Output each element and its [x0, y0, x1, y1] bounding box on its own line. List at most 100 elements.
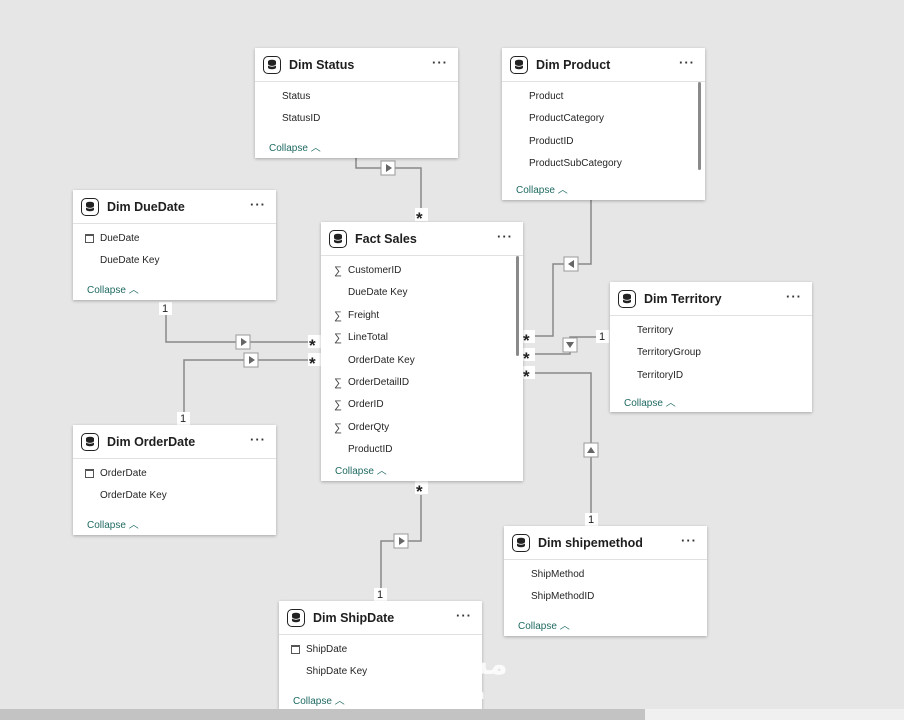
chevron-up-icon: ︿ [665, 398, 676, 409]
relationship-line-status[interactable] [355, 158, 422, 208]
field-row[interactable]: ProductID [321, 439, 523, 461]
more-options-icon[interactable]: ··· [497, 229, 513, 244]
field-row[interactable]: ProductID [502, 131, 705, 153]
table-header[interactable]: Dim shipemethod ··· [504, 526, 707, 560]
table-card-dim-shipemethod[interactable]: Dim shipemethod ··· ShipMethod ShipMetho… [504, 526, 707, 636]
database-icon [287, 608, 305, 627]
field-row[interactable]: OrderDate [73, 463, 276, 485]
cardinality-many-shipdate: * [416, 482, 423, 501]
table-card-dim-orderdate[interactable]: Dim OrderDate ··· OrderDate OrderDate Ke… [73, 425, 276, 535]
field-row[interactable]: TerritoryGroup [610, 342, 812, 364]
field-name: OrderQty [348, 421, 390, 433]
table-header[interactable]: Dim Status ··· [255, 48, 458, 82]
database-icon [329, 229, 347, 248]
relationship-line-shipmethod[interactable] [530, 372, 592, 518]
field-row[interactable]: ∑ LineTotal [321, 327, 523, 349]
relationship-line-product[interactable] [530, 200, 592, 337]
field-row[interactable]: ShipMethodID [504, 586, 707, 608]
database-icon [263, 55, 281, 74]
cardinality-many-product: * [523, 331, 530, 350]
relationship-line-territory[interactable] [530, 336, 601, 355]
field-row[interactable]: DueDate Key [73, 250, 276, 272]
field-row[interactable]: ∑ OrderDetailID [321, 372, 523, 394]
field-row[interactable]: Product [502, 86, 705, 108]
collapse-button[interactable]: Collapse ︿ [518, 617, 570, 632]
field-row[interactable]: DueDate [73, 228, 276, 250]
cardinality-many-orderdate: * [309, 354, 316, 373]
collapse-label: Collapse [624, 398, 663, 409]
database-icon [510, 55, 528, 74]
table-header[interactable]: Dim Territory ··· [610, 282, 812, 316]
watermark-latin: mostaql.com [398, 686, 485, 702]
table-header[interactable]: Dim DueDate ··· [73, 190, 276, 224]
field-row[interactable]: ∑ Freight [321, 305, 523, 327]
field-name: ProductID [348, 444, 393, 456]
collapse-label: Collapse [87, 285, 126, 296]
table-card-dim-product[interactable]: Dim Product ··· Product ProductCategory … [502, 48, 705, 200]
table-card-dim-status[interactable]: Dim Status ··· Status StatusID Collapse … [255, 48, 458, 158]
relationship-line-orderdate[interactable] [183, 359, 310, 412]
table-card-fact-sales[interactable]: Fact Sales ··· ∑ CustomerID DueDate Key ∑… [321, 222, 523, 481]
field-row[interactable]: ∑ CustomerID [321, 260, 523, 282]
collapse-button[interactable]: Collapse ︿ [269, 139, 321, 154]
relationship-line-duedate[interactable] [165, 314, 310, 343]
more-options-icon[interactable]: ··· [679, 55, 695, 70]
chevron-up-icon: ︿ [128, 285, 139, 296]
field-row[interactable]: DueDate Key [321, 282, 523, 304]
chevron-up-icon: ︿ [376, 466, 387, 477]
collapse-button[interactable]: Collapse ︿ [624, 394, 676, 409]
horizontal-scrollbar[interactable] [0, 709, 645, 720]
field-name: Freight [348, 309, 380, 321]
more-options-icon[interactable]: ··· [681, 533, 697, 548]
field-name: OrderID [348, 399, 384, 411]
field-name: DueDate Key [348, 287, 408, 299]
field-row[interactable]: ProductSubCategory [502, 153, 705, 175]
table-title: Dim shipemethod [538, 535, 643, 550]
table-card-dim-duedate[interactable]: Dim DueDate ··· DueDate DueDate Key Coll… [73, 190, 276, 300]
field-row[interactable]: Territory [610, 320, 812, 342]
more-options-icon[interactable]: ··· [786, 289, 802, 304]
table-header[interactable]: Dim ShipDate ··· [279, 601, 482, 635]
collapse-button[interactable]: Collapse ︿ [293, 692, 345, 707]
more-options-icon[interactable]: ··· [250, 432, 266, 447]
field-row[interactable]: OrderDate Key [73, 485, 276, 507]
field-row[interactable]: ∑ OrderID [321, 394, 523, 416]
more-options-icon[interactable]: ··· [432, 55, 448, 70]
scrollbar[interactable] [516, 256, 519, 356]
sigma-icon: ∑ [334, 309, 342, 322]
scrollbar[interactable] [698, 82, 701, 170]
sigma-icon: ∑ [334, 332, 342, 345]
table-title: Dim Territory [644, 291, 722, 306]
collapse-label: Collapse [87, 520, 126, 531]
relationship-line-shipdate[interactable] [380, 495, 422, 588]
collapse-label: Collapse [518, 621, 557, 632]
collapse-button[interactable]: Collapse ︿ [335, 462, 387, 477]
table-header[interactable]: Fact Sales ··· [321, 222, 523, 256]
field-row[interactable]: TerritoryID [610, 365, 812, 387]
field-name: DueDate [100, 233, 140, 244]
chevron-up-icon: ︿ [559, 621, 570, 632]
table-card-dim-territory[interactable]: Dim Territory ··· Territory TerritoryGro… [610, 282, 812, 412]
sigma-icon: ∑ [334, 421, 342, 434]
collapse-button[interactable]: Collapse ︿ [87, 516, 139, 531]
chevron-up-icon: ︿ [557, 185, 568, 196]
model-canvas[interactable]: 1 1 1 1 1 * * * * * * * Dim Status ··· S… [0, 0, 904, 720]
cardinality-many-duedate: * [309, 336, 316, 355]
field-row[interactable]: ProductCategory [502, 108, 705, 130]
collapse-button[interactable]: Collapse ︿ [516, 181, 568, 196]
calendar-icon [291, 645, 300, 654]
field-row[interactable]: OrderDate Key [321, 350, 523, 372]
database-icon [512, 533, 530, 552]
collapse-button[interactable]: Collapse ︿ [87, 281, 139, 296]
sigma-icon: ∑ [334, 399, 342, 412]
field-name: StatusID [282, 113, 321, 125]
field-row[interactable]: StatusID [255, 108, 458, 130]
more-options-icon[interactable]: ··· [250, 197, 266, 212]
table-header[interactable]: Dim Product ··· [502, 48, 705, 82]
more-options-icon[interactable]: ··· [456, 608, 472, 623]
table-title: Fact Sales [355, 231, 417, 246]
field-row[interactable]: ShipMethod [504, 564, 707, 586]
field-row[interactable]: ∑ OrderQty [321, 417, 523, 439]
table-header[interactable]: Dim OrderDate ··· [73, 425, 276, 459]
field-row[interactable]: Status [255, 86, 458, 108]
